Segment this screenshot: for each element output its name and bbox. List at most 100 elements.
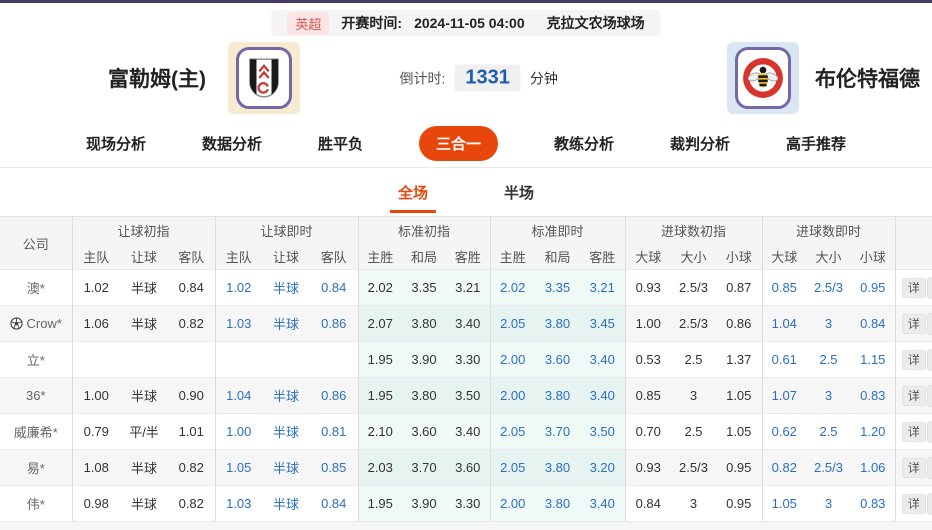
- sub-header-standard-live-2: 客胜: [580, 243, 626, 270]
- table-row: 立* 1.95 3.90 3.30 2.00 3.60 3.40 0.53 2.5 1.37 0.6…: [0, 341, 932, 378]
- odds-cell: 0.83: [851, 377, 896, 414]
- odds-cell: 1.00: [625, 305, 671, 342]
- company-cell: 伟*: [0, 485, 73, 521]
- nav-tab-three-in-one[interactable]: 三合一: [418, 126, 498, 161]
- cut-off-button[interactable]: [927, 456, 932, 479]
- away-team-logo-frame: [735, 47, 791, 109]
- detail-button[interactable]: 详: [901, 349, 926, 370]
- company-cell: 36*: [0, 377, 73, 414]
- sub-header-handicap-live-1: 让球: [262, 243, 310, 270]
- detail-button[interactable]: 详: [901, 457, 926, 478]
- odds-cell: 1.07: [762, 377, 807, 414]
- odds-cell: 3: [689, 496, 698, 511]
- odds-cell: 0.93: [625, 449, 671, 486]
- odds-cell: 3.50: [580, 413, 626, 450]
- odds-cell: 1.04: [215, 377, 262, 414]
- group-header-standard-initial: 标准初指: [358, 216, 491, 243]
- home-team-name: 富勒姆(主): [108, 68, 206, 91]
- cut-off-button[interactable]: [927, 420, 932, 443]
- odds-cell: 0.93: [635, 280, 661, 295]
- company-cell: 威廉希*: [0, 413, 73, 450]
- company-cell: 易*: [0, 449, 73, 486]
- cut-off-button[interactable]: [927, 384, 932, 407]
- odds-cell: 半球: [120, 449, 168, 486]
- sub-tab-half-match[interactable]: 半场: [504, 182, 534, 203]
- detail-button[interactable]: 详: [901, 421, 926, 442]
- cut-off-button[interactable]: [927, 312, 932, 335]
- odds-cell: 半球: [272, 425, 299, 440]
- odds-cell: 3.80: [402, 305, 446, 342]
- odds-cell: 半球: [272, 281, 299, 296]
- sub-tab-full-match[interactable]: 全场: [389, 182, 437, 213]
- nav-tab-win-draw-lose[interactable]: 胜平负: [318, 133, 363, 154]
- cut-off-button[interactable]: [927, 348, 932, 371]
- odds-cell: 2.5: [819, 352, 838, 367]
- odds-cell: 2.5/3: [671, 449, 716, 486]
- detail-cell: 详: [895, 414, 932, 450]
- detail-button[interactable]: 详: [901, 493, 926, 514]
- odds-cell: 1.06: [851, 449, 896, 486]
- odds-cell: 0.85: [771, 280, 797, 295]
- odds-cell: 3.60: [535, 341, 580, 378]
- odds-cell: 半球: [120, 305, 168, 342]
- odds-cell: 3: [806, 377, 852, 414]
- sub-header-standard-live-1: 和局: [535, 243, 580, 270]
- odds-cell: 2.02: [490, 269, 535, 306]
- odds-cell: 0.84: [851, 305, 896, 342]
- odds-cell: 3: [671, 377, 716, 414]
- group-header-standard-live: 标准即时: [490, 216, 626, 243]
- detail-button[interactable]: 详: [901, 313, 926, 334]
- odds-cell: 2.5/3: [679, 280, 708, 295]
- odds-cell: 2.00: [490, 377, 535, 414]
- odds-cell: 3.70: [402, 449, 446, 486]
- odds-cell: 0.83: [851, 485, 896, 521]
- odds-cell: 平/半: [129, 425, 159, 440]
- odds-cell: 0.61: [771, 352, 797, 367]
- nav-tab-live-analysis[interactable]: 现场分析: [86, 133, 146, 154]
- away-team: 布伦特福德: [727, 42, 920, 114]
- sub-header-standard-initial-1: 和局: [402, 243, 446, 270]
- odds-cell: 1.05: [716, 413, 763, 450]
- countdown-unit: 分钟: [529, 70, 558, 86]
- company-name: 威廉希*: [13, 425, 58, 440]
- cut-off-button[interactable]: [927, 492, 932, 515]
- company-cell: 立*: [0, 341, 73, 378]
- countdown-value: 1331: [454, 64, 521, 92]
- odds-cell: [120, 342, 168, 378]
- company-name: 易*: [26, 461, 45, 476]
- nav-tab-data-analysis[interactable]: 数据分析: [202, 133, 262, 154]
- odds-cell: 0.84: [168, 269, 216, 306]
- detail-cell: 详: [895, 305, 932, 342]
- odds-cell: 0.84: [310, 485, 359, 521]
- odds-cell: 1.00: [226, 424, 252, 439]
- odds-cell: 0.82: [168, 305, 216, 342]
- odds-cell: 0.86: [310, 305, 359, 342]
- nav-tab-expert-picks[interactable]: 高手推荐: [786, 133, 846, 154]
- brentford-crest-icon: [743, 58, 783, 98]
- odds-table-body: 澳* 1.02 半球 0.84 1.02 半球 0.84 2.02 3.35 3.21 2.02 3.…: [0, 269, 932, 521]
- detail-button[interactable]: 详: [901, 277, 926, 298]
- odds-cell: 1.37: [716, 341, 763, 378]
- sub-header-handicap-live-0: 主队: [215, 243, 262, 270]
- odds-cell: 半球: [130, 497, 157, 512]
- odds-cell: 0.85: [625, 377, 671, 414]
- nav-tab-referee-analysis[interactable]: 裁判分析: [670, 133, 730, 154]
- cut-off-button[interactable]: [927, 276, 932, 299]
- sub-header-handicap-initial-2: 客队: [168, 243, 216, 270]
- nav-tab-coach-analysis[interactable]: 教练分析: [554, 133, 614, 154]
- odds-cell: 3.50: [446, 377, 491, 414]
- odds-cell: 3.80: [535, 305, 580, 342]
- odds-cell: 1.15: [851, 341, 896, 378]
- company-name: Crow*: [26, 316, 62, 331]
- odds-cell: 半球: [262, 377, 310, 414]
- odds-cell: 3: [806, 305, 852, 342]
- table-row: 伟* 0.98 半球 0.82 1.03 半球 0.84 1.95 3.90 3.30 2.00 3.…: [0, 485, 932, 521]
- sub-header-standard-initial-2: 客胜: [446, 243, 491, 270]
- odds-cell: [168, 341, 216, 378]
- detail-button[interactable]: 详: [901, 385, 926, 406]
- odds-cell: 1.01: [168, 413, 216, 450]
- odds-cell: 3.30: [446, 341, 491, 378]
- away-team-name: 布伦特福德: [815, 68, 920, 91]
- odds-cell: 2.07: [358, 305, 402, 342]
- sub-header-handicap-initial-1: 让球: [120, 243, 168, 270]
